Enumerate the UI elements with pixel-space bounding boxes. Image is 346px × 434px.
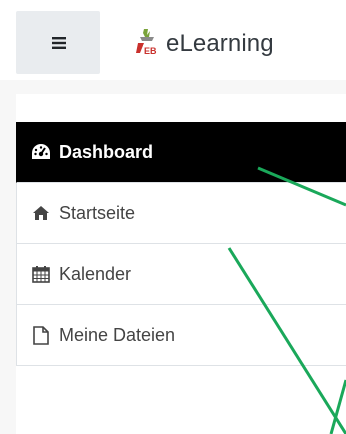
nav-item-label: Kalender (59, 263, 132, 284)
nav-item-label: Startseite (59, 202, 136, 223)
dashboard-icon (31, 142, 51, 162)
elearning-logo-icon: EB (136, 29, 159, 56)
brand[interactable]: EB eLearning (134, 26, 274, 62)
home-icon (31, 203, 51, 223)
nav-item-startseite[interactable]: Startseite (16, 183, 346, 244)
top-bar: EB eLearning (0, 0, 346, 80)
nav-item-meine-dateien[interactable]: Meine Dateien (16, 305, 346, 366)
annotation-line (329, 379, 346, 434)
brand-name: eLearning (166, 30, 274, 57)
header-divider (0, 80, 346, 94)
sidebar-nav: Dashboard Startseite Kalender Meine Date… (16, 122, 346, 366)
logo-text: EB (144, 46, 157, 56)
nav-item-kalender[interactable]: Kalender (16, 244, 346, 305)
nav-item-label: Dashboard (59, 141, 154, 162)
calendar-icon (31, 264, 51, 284)
hamburger-icon (52, 37, 66, 49)
nav-item-label: Meine Dateien (59, 324, 176, 345)
menu-toggle-button[interactable] (16, 11, 100, 74)
left-gutter (0, 94, 16, 434)
nav-item-dashboard[interactable]: Dashboard (16, 122, 346, 183)
file-icon (31, 325, 51, 345)
